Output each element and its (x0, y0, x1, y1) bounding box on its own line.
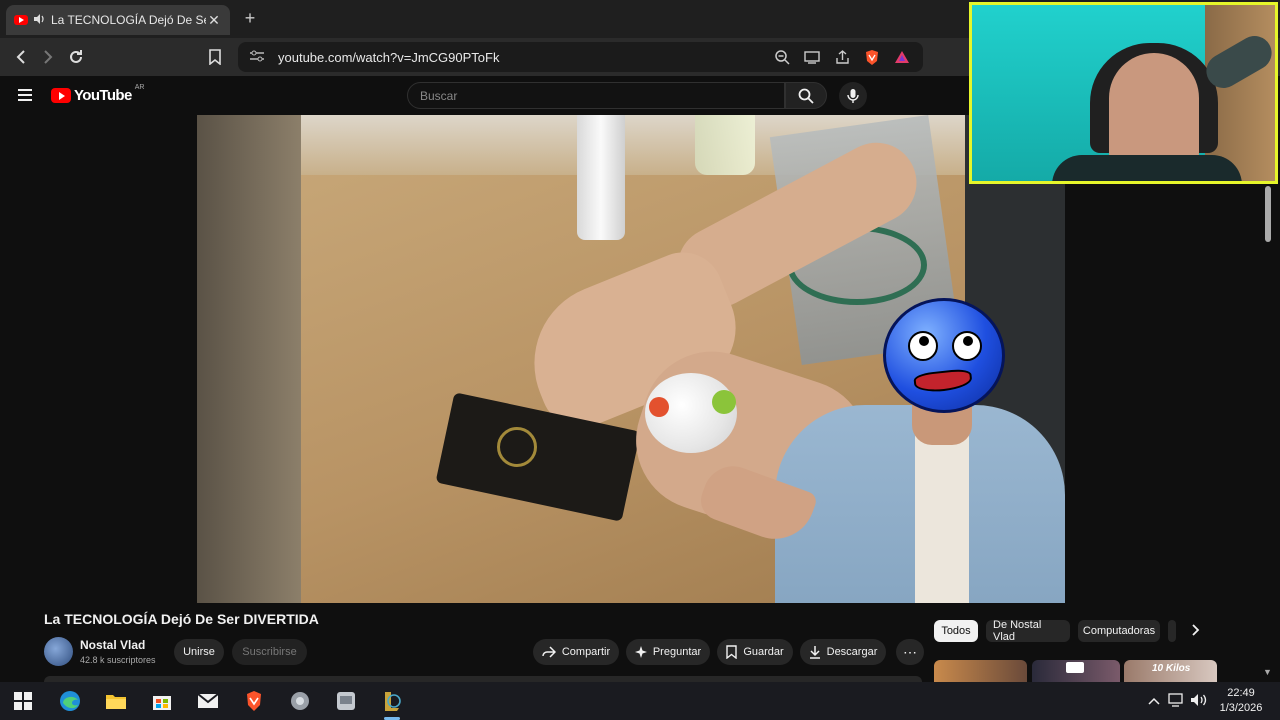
related-thumbnail[interactable]: 10 Kilos (1124, 660, 1217, 682)
windows-taskbar: 22:49 1/3/2026 (0, 682, 1280, 720)
store-icon[interactable] (151, 690, 173, 712)
reload-button[interactable] (65, 46, 87, 68)
youtube-logo-text: YouTube (74, 87, 132, 104)
youtube-logo[interactable]: YouTube AR (51, 84, 145, 104)
subscribe-button[interactable]: Suscribirse (232, 639, 307, 665)
bookmark-icon (209, 49, 221, 65)
tab-close-icon[interactable]: ✕ (206, 12, 222, 29)
search-button[interactable] (785, 82, 827, 109)
country-code: AR (134, 84, 145, 91)
flag-icon (1066, 662, 1084, 673)
address-bar[interactable]: youtube.com/watch?v=JmCG90PToFk (238, 42, 923, 72)
chip-partial[interactable] (1168, 620, 1176, 642)
windows-start-icon[interactable] (12, 690, 34, 712)
webcam-overlay (969, 2, 1278, 184)
search-icon (798, 88, 814, 104)
join-label: Unirse (183, 646, 215, 658)
league-of-legends-icon[interactable] (381, 690, 403, 712)
video-player[interactable] (197, 115, 1065, 603)
url-text[interactable]: youtube.com/watch?v=JmCG90PToFk (278, 50, 499, 65)
bookmark-save-icon (726, 645, 738, 659)
ball-red-spot (649, 397, 669, 417)
mic-icon (847, 89, 859, 103)
brave-shield-icon[interactable] (863, 48, 881, 66)
speaker-icon[interactable] (34, 13, 46, 27)
voice-search-button[interactable] (839, 82, 867, 110)
new-tab-button[interactable]: + (240, 8, 260, 29)
video-title: La TECNOLOGÍA Dejó De Ser DIVERTIDA (44, 611, 319, 627)
edge-icon[interactable] (59, 690, 81, 712)
chevron-right-icon (44, 50, 53, 64)
ball-green-spot (712, 390, 736, 414)
system-clock[interactable]: 22:49 1/3/2026 (1214, 686, 1268, 716)
channel-name[interactable]: Nostal Vlad (80, 638, 145, 652)
volume-icon[interactable] (1190, 693, 1208, 710)
menu-icon[interactable] (18, 89, 32, 101)
clock-date: 1/3/2026 (1219, 702, 1263, 714)
download-label: Descargar (826, 646, 878, 658)
app2-icon[interactable] (335, 690, 357, 712)
reload-icon (70, 50, 82, 63)
chevron-left-icon (16, 50, 25, 64)
gadget-emblem (497, 427, 537, 467)
share-arrow-icon (542, 646, 556, 658)
share-label: Compartir (561, 646, 611, 658)
save-label: Guardar (743, 646, 784, 658)
chip-todos[interactable]: Todos (934, 620, 978, 642)
tune-icon[interactable] (250, 50, 264, 65)
search-input[interactable]: Buscar (407, 82, 785, 109)
save-button[interactable]: Guardar (717, 639, 793, 665)
sparkle-icon (634, 646, 647, 658)
download-button[interactable]: Descargar (800, 639, 886, 665)
cast-icon[interactable] (803, 48, 821, 66)
more-actions-button[interactable]: ⋯ (896, 639, 924, 665)
channel-avatar[interactable] (44, 637, 73, 666)
streamer-body (1052, 155, 1242, 181)
subscriber-count: 42.8 k suscriptores (80, 655, 156, 665)
spray-can (577, 115, 625, 240)
share-icon[interactable] (833, 48, 851, 66)
face-emoji-icon (883, 298, 1005, 413)
forward-button[interactable] (37, 46, 59, 68)
youtube-favicon-icon (14, 15, 28, 25)
download-icon (809, 646, 820, 659)
scroll-down-arrow-icon[interactable]: ▼ (1263, 667, 1272, 677)
brave-icon[interactable] (243, 690, 265, 712)
brave-rewards-icon[interactable] (893, 48, 911, 66)
page-scrollbar[interactable] (1262, 184, 1274, 680)
network-icon[interactable] (1168, 693, 1184, 710)
mail-icon[interactable] (197, 690, 219, 712)
tray-chevron-up-icon[interactable] (1148, 694, 1160, 708)
video-scene-left (197, 115, 301, 603)
zoom-icon[interactable] (773, 48, 791, 66)
chip-de-nostal-vlad[interactable]: De Nostal Vlad (986, 619, 1070, 643)
subscribe-label: Suscribirse (242, 646, 297, 658)
chip-computadoras[interactable]: Computadoras (1078, 620, 1160, 642)
presenter-shirt (915, 435, 969, 603)
related-thumbnail[interactable] (1032, 660, 1120, 682)
chip-next-icon[interactable] (1192, 624, 1200, 639)
youtube-play-icon (51, 88, 71, 103)
file-explorer-icon[interactable] (105, 690, 127, 712)
thumbnail-badge: 10 Kilos (1152, 663, 1191, 674)
ask-button[interactable]: Preguntar (626, 639, 710, 665)
related-thumbnail[interactable] (934, 660, 1027, 682)
app-icon[interactable] (289, 690, 311, 712)
tab-title: La TECNOLOGÍA Dejó De Ser DIVERTIDA (51, 13, 206, 27)
back-button[interactable] (10, 46, 32, 68)
bookmark-button[interactable] (204, 46, 226, 68)
jar (695, 115, 755, 175)
share-button[interactable]: Compartir (533, 639, 619, 665)
join-button[interactable]: Unirse (174, 639, 224, 665)
screen: La TECNOLOGÍA Dejó De Ser DIVERTIDA ✕ + … (0, 0, 1280, 720)
clock-time: 22:49 (1227, 687, 1255, 699)
browser-tab-youtube[interactable]: La TECNOLOGÍA Dejó De Ser DIVERTIDA ✕ (6, 5, 230, 35)
scrollbar-thumb[interactable] (1265, 186, 1271, 242)
ask-label: Preguntar (652, 646, 702, 658)
